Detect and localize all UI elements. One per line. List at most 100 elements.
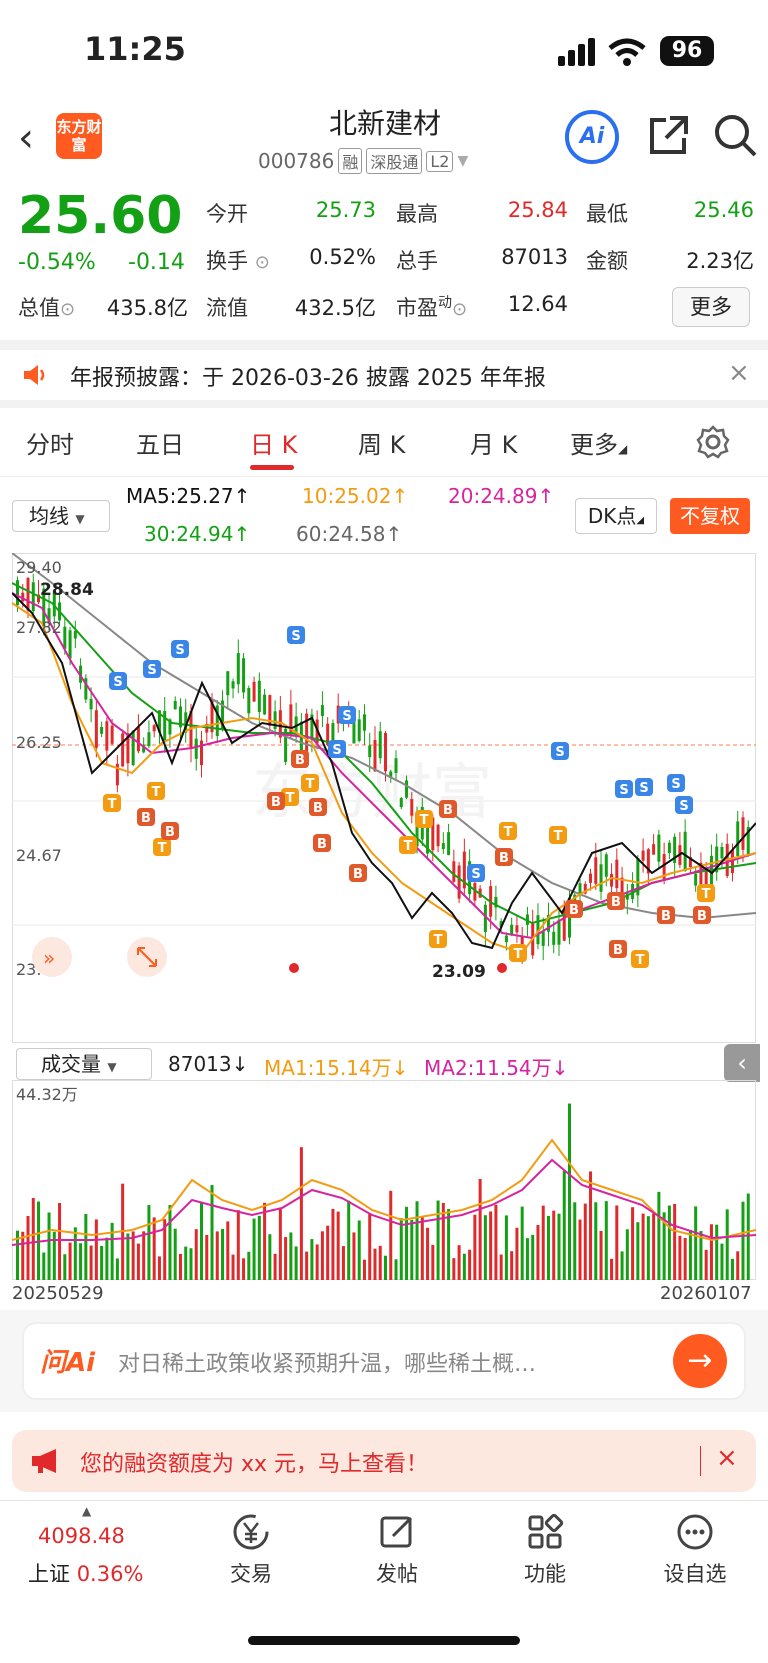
candle (226, 671, 230, 696)
no-adjust-button[interactable]: 不复权 (670, 498, 750, 534)
volume-bar (142, 1231, 146, 1280)
marker-letter: S (555, 745, 564, 760)
y-label: 24.67 (16, 846, 62, 865)
volume-chart[interactable]: 44.32万 (12, 1080, 756, 1280)
stock-code-row[interactable]: 000786 融 深股通 L2 ▼ (258, 148, 468, 174)
marker-letter: B (353, 867, 363, 882)
tab-daily-k[interactable]: 日 K (250, 425, 297, 460)
more-button[interactable]: 更多 (672, 287, 750, 327)
chevron-left-icon[interactable]: ‹ (724, 1044, 760, 1082)
volume-bar (478, 1178, 482, 1280)
tab-intraday[interactable]: 分时 (26, 425, 74, 460)
volume-bar (184, 1246, 188, 1280)
notice-text[interactable]: 年报预披露：于 2026-03-26 披露 2025 年年报 (70, 360, 546, 392)
change-amount: -0.14 (128, 250, 185, 275)
ma-select[interactable]: 均线 ▼ (12, 500, 110, 532)
status-time: 11:25 (84, 30, 186, 68)
volume-bar (336, 1211, 340, 1280)
marker-letter: T (404, 839, 413, 854)
volume-bar (384, 1255, 387, 1280)
ma20-value: 20:24.89↑ (448, 484, 555, 508)
candle (394, 758, 398, 773)
marker-letter: B (697, 909, 707, 924)
volume-bar (310, 1239, 314, 1280)
close-icon[interactable]: × (716, 1443, 738, 1473)
volume-select[interactable]: 成交量 ▼ (16, 1048, 152, 1080)
marker-letter: S (175, 643, 184, 658)
volume-value: 87013 (501, 245, 568, 269)
volume-bar (604, 1201, 608, 1280)
marker-letter: T (286, 791, 295, 806)
nav-add-watchlist[interactable]: 设自选 (640, 1512, 750, 1588)
volume-bar (236, 1210, 240, 1280)
arrow-right-icon[interactable]: → (673, 1334, 727, 1388)
volume-bar (341, 1246, 345, 1280)
promo-text[interactable]: 您的融资额度为 xx 元，马上查看！ (80, 1446, 428, 1478)
index-value[interactable]: 4098.48 (38, 1524, 125, 1548)
volume-bar (157, 1256, 161, 1280)
marker-letter: B (661, 909, 671, 924)
home-indicator[interactable] (248, 1636, 520, 1645)
search-icon[interactable] (712, 112, 758, 158)
candle (667, 842, 671, 854)
marker-letter: B (443, 803, 453, 818)
info-icon: ⊙ (60, 299, 76, 320)
amount-value: 2.23亿 (686, 249, 754, 273)
dk-point-button[interactable]: DK点◢ (575, 498, 657, 534)
candle (31, 582, 35, 612)
volume-bar (436, 1200, 440, 1280)
candle (594, 857, 598, 884)
candle (68, 630, 72, 659)
volume-bar (284, 1237, 288, 1280)
candle (194, 738, 198, 759)
volume-bar (126, 1233, 130, 1280)
nav-post[interactable]: 发帖 (342, 1512, 452, 1588)
volume-bar (173, 1228, 177, 1280)
volume-bar (683, 1238, 687, 1280)
share-icon[interactable] (648, 114, 690, 156)
volume-bar (373, 1248, 377, 1280)
grid-icon (528, 1513, 564, 1549)
y-label: 26.25 (16, 733, 62, 752)
info-icon: ⊙ (254, 252, 270, 273)
divider (700, 1446, 701, 1476)
candle (615, 859, 619, 889)
stock-name: 北新建材 (328, 107, 441, 140)
index-pct: 0.36% (76, 1562, 144, 1586)
volume-bar (221, 1228, 225, 1280)
volume-bar (415, 1201, 419, 1280)
open-label: 今开 (206, 202, 248, 226)
marker-letter: S (619, 783, 628, 798)
caret-up-icon: ▲ (82, 1504, 92, 1518)
candle (362, 714, 366, 731)
tab-monthly-k[interactable]: 月 K (470, 425, 517, 460)
volume-bar (115, 1258, 119, 1280)
candle (378, 731, 382, 759)
tab-weekly-k[interactable]: 周 K (358, 425, 405, 460)
back-icon[interactable]: ‹ (18, 115, 34, 161)
open-value: 25.73 (315, 198, 376, 222)
kline-chart[interactable]: 东方财富 29.40 27.82 26.25 24.67 23.05 28.84… (12, 553, 756, 1043)
candle (657, 834, 661, 862)
volume-bar (226, 1221, 230, 1280)
volume-bar (242, 1258, 246, 1280)
tab-more[interactable]: 更多◢ (570, 425, 627, 460)
app-logo: 东方财富 (56, 113, 102, 159)
nav-functions[interactable]: 功能 (490, 1512, 600, 1588)
candle (683, 831, 687, 871)
candle (441, 843, 445, 850)
ai-button[interactable]: Ai (565, 110, 619, 164)
volume-bar (331, 1208, 335, 1280)
candle (447, 832, 451, 856)
candle (26, 578, 30, 611)
ask-ai-suggestion[interactable]: 对日稀土政策收紧预期升温，哪些稀土概… (118, 1346, 648, 1378)
volume-bar (704, 1249, 708, 1280)
close-icon[interactable]: × (728, 358, 750, 388)
current-price: 25.60 (18, 186, 183, 246)
nav-trade[interactable]: 交易 (196, 1512, 306, 1588)
gear-icon[interactable] (696, 425, 730, 459)
volume-bar (420, 1216, 424, 1280)
index-row[interactable]: 上证 0.36% (28, 1558, 143, 1588)
marker-letter: S (639, 781, 648, 796)
tab-five-day[interactable]: 五日 (136, 425, 184, 460)
